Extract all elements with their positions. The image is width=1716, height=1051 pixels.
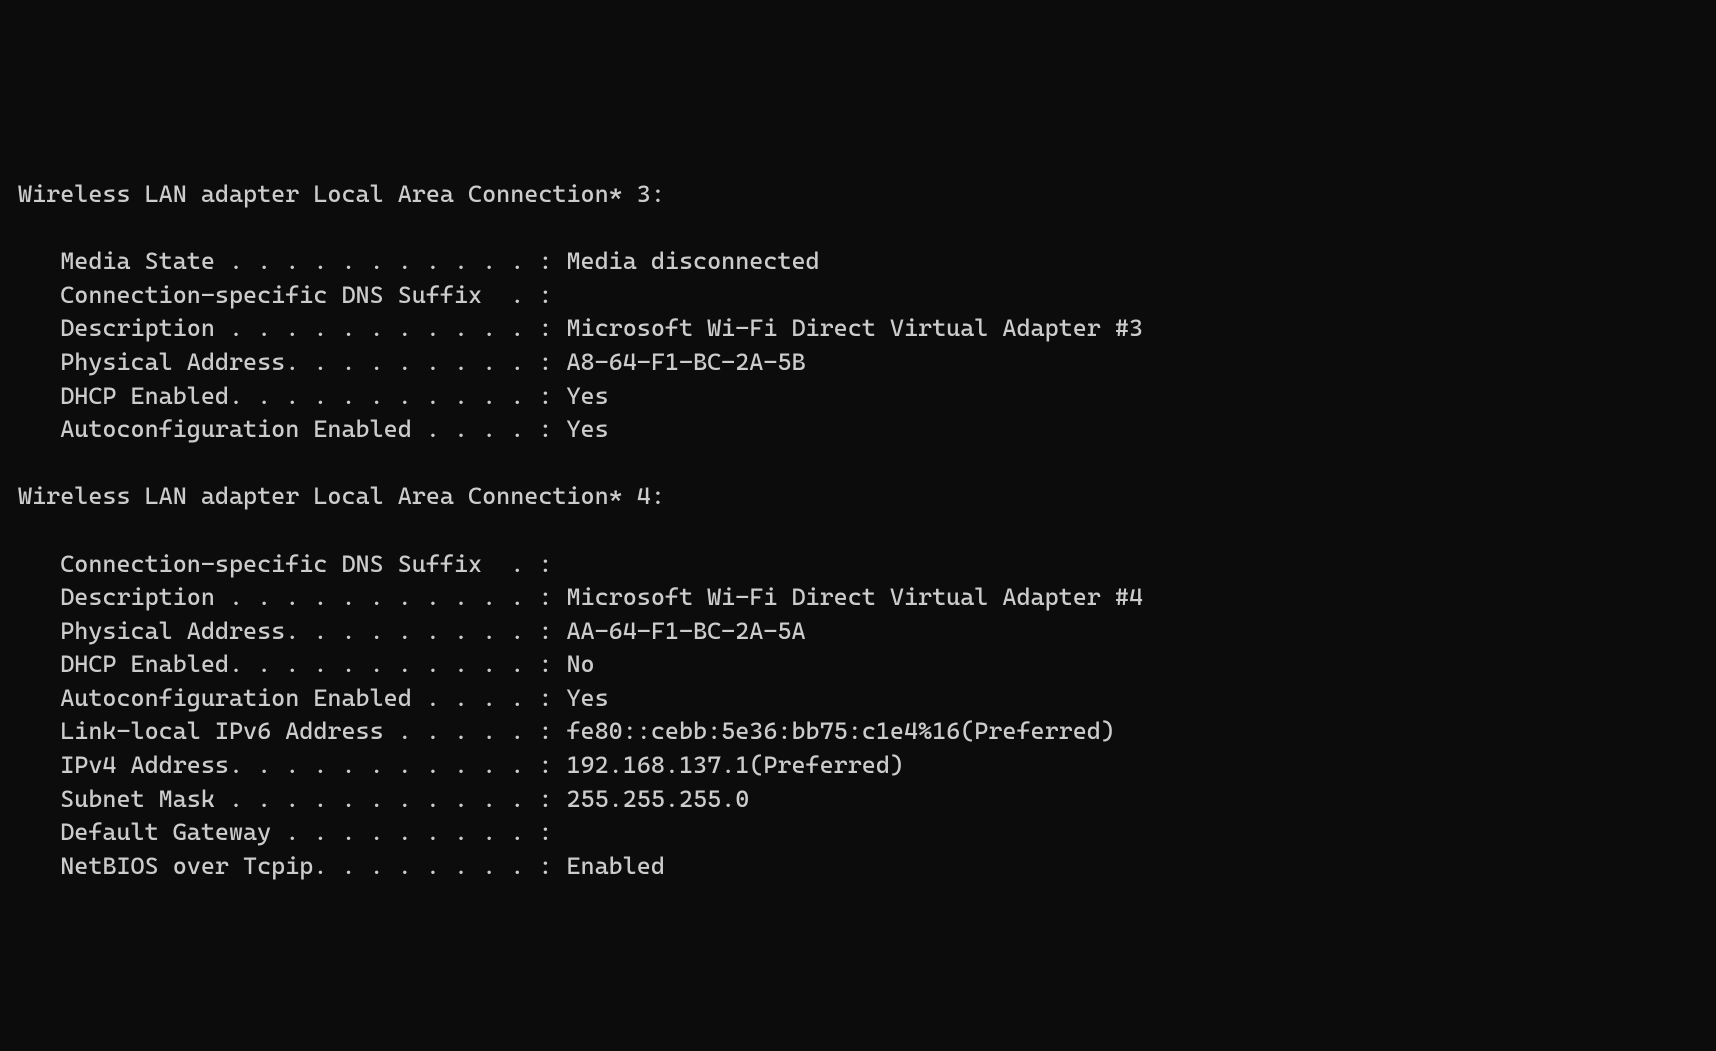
dhcp-enabled-value: Yes [566, 382, 608, 410]
physical-address-label: Physical Address. . . . . . . . . : [18, 617, 566, 645]
terminal-output: Wireless LAN adapter Local Area Connecti… [18, 144, 1698, 883]
autoconfig-value: Yes [566, 684, 608, 712]
physical-address-label: Physical Address. . . . . . . . . : [18, 348, 566, 376]
media-state-value: Media disconnected [566, 247, 819, 275]
ipv4-address-label: IPv4 Address. . . . . . . . . . . : [18, 751, 566, 779]
blank-line [18, 144, 1698, 178]
description-label: Description . . . . . . . . . . . : [18, 314, 566, 342]
description-value: Microsoft Wi-Fi Direct Virtual Adapter #… [566, 314, 1143, 342]
blank-line [18, 514, 1698, 548]
netbios-line: NetBIOS over Tcpip. . . . . . . . : Enab… [18, 850, 1698, 884]
ipv4-address-line: IPv4 Address. . . . . . . . . . . : 192.… [18, 749, 1698, 783]
physical-address-line: Physical Address. . . . . . . . . : A8-6… [18, 346, 1698, 380]
subnet-mask-label: Subnet Mask . . . . . . . . . . . : [18, 785, 566, 813]
autoconfig-line: Autoconfiguration Enabled . . . . : Yes [18, 413, 1698, 447]
physical-address-line-4: Physical Address. . . . . . . . . : AA-6… [18, 615, 1698, 649]
default-gateway-label: Default Gateway . . . . . . . . . : [18, 818, 566, 846]
adapter-name-3: Wireless LAN adapter Local Area Connecti… [18, 178, 1698, 212]
adapter-name-4: Wireless LAN adapter Local Area Connecti… [18, 480, 1698, 514]
autoconfig-line-4: Autoconfiguration Enabled . . . . : Yes [18, 682, 1698, 716]
physical-address-value: A8-64-F1-BC-2A-5B [566, 348, 805, 376]
media-state-label: Media State . . . . . . . . . . . : [18, 247, 566, 275]
autoconfig-value: Yes [566, 415, 608, 443]
adapter-section-4: Wireless LAN adapter Local Area Connecti… [18, 480, 1698, 883]
description-label: Description . . . . . . . . . . . : [18, 583, 566, 611]
description-value: Microsoft Wi-Fi Direct Virtual Adapter #… [566, 583, 1143, 611]
dns-suffix-label: Connection-specific DNS Suffix . : [18, 550, 566, 578]
subnet-mask-line: Subnet Mask . . . . . . . . . . . : 255.… [18, 783, 1698, 817]
dhcp-enabled-label: DHCP Enabled. . . . . . . . . . . : [18, 382, 566, 410]
physical-address-value: AA-64-F1-BC-2A-5A [566, 617, 805, 645]
description-line-4: Description . . . . . . . . . . . : Micr… [18, 581, 1698, 615]
ipv6-address-line: Link-local IPv6 Address . . . . . : fe80… [18, 715, 1698, 749]
autoconfig-label: Autoconfiguration Enabled . . . . : [18, 684, 566, 712]
dns-suffix-label: Connection-specific DNS Suffix . : [18, 281, 566, 309]
autoconfig-label: Autoconfiguration Enabled . . . . : [18, 415, 566, 443]
ipv6-address-value: fe80::cebb:5e36:bb75:c1e4%16(Preferred) [566, 717, 1114, 745]
ipv6-address-label: Link-local IPv6 Address . . . . . : [18, 717, 566, 745]
dhcp-enabled-line: DHCP Enabled. . . . . . . . . . . : Yes [18, 380, 1698, 414]
blank-line [18, 212, 1698, 246]
dhcp-enabled-line-4: DHCP Enabled. . . . . . . . . . . : No [18, 648, 1698, 682]
dhcp-enabled-value: No [566, 650, 594, 678]
dns-suffix-line: Connection-specific DNS Suffix . : [18, 279, 1698, 313]
adapter-section-3: Wireless LAN adapter Local Area Connecti… [18, 178, 1698, 447]
dns-suffix-line-4: Connection-specific DNS Suffix . : [18, 548, 1698, 582]
description-line: Description . . . . . . . . . . . : Micr… [18, 312, 1698, 346]
netbios-label: NetBIOS over Tcpip. . . . . . . . : [18, 852, 566, 880]
dhcp-enabled-label: DHCP Enabled. . . . . . . . . . . : [18, 650, 566, 678]
default-gateway-line: Default Gateway . . . . . . . . . : [18, 816, 1698, 850]
netbios-value: Enabled [566, 852, 664, 880]
media-state-line: Media State . . . . . . . . . . . : Medi… [18, 245, 1698, 279]
ipv4-address-value: 192.168.137.1(Preferred) [566, 751, 904, 779]
blank-line [18, 447, 1698, 481]
subnet-mask-value: 255.255.255.0 [566, 785, 749, 813]
